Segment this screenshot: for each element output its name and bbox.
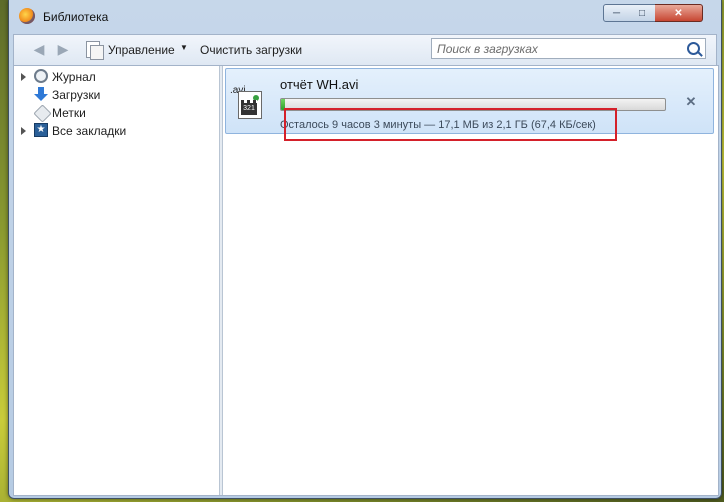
highlight-annotation [284,108,617,141]
download-item[interactable]: .avi 321 отчёт WH.avi ✕ Осталось 9 часов… [225,68,714,141]
maximize-button[interactable]: □ [629,4,656,22]
firefox-icon [19,8,35,24]
sidebar-item-label: Метки [52,106,86,120]
library-window: Библиотека ─ □ ✕ ◀ ▶ Управление ▼ Очисти… [8,0,722,499]
expand-arrow-icon[interactable] [21,73,26,81]
expand-arrow-icon[interactable] [21,127,26,135]
clapper-board: 321 [241,103,257,115]
search-icon[interactable] [687,42,700,55]
video-file-icon: .avi 321 [230,85,262,119]
download-file-name: отчёт WH.avi [280,77,359,92]
close-button[interactable]: ✕ [655,4,703,22]
sidebar-item-history[interactable]: Журнал [14,68,219,86]
search-input[interactable] [432,39,685,58]
chevron-down-icon[interactable]: ▼ [180,43,188,52]
manage-menu-button[interactable]: Управление [108,43,175,57]
toolbar: ◀ ▶ Управление ▼ Очистить загрузки [13,34,717,66]
close-icon: ✕ [674,8,683,19]
search-box [431,38,706,59]
content-area: Журнал Загрузки Метки ★ Все закладки .av… [13,65,719,496]
sidebar-item-tags[interactable]: Метки [14,104,219,123]
cancel-download-icon[interactable]: ✕ [684,95,698,109]
clear-downloads-button[interactable]: Очистить загрузки [200,43,302,57]
sidebar-item-label: Все закладки [52,124,127,138]
title-bar[interactable]: Библиотека ─ □ ✕ [9,0,721,34]
downloads-list: .avi 321 отчёт WH.avi ✕ Осталось 9 часов… [223,66,718,495]
downloads-icon [34,87,48,101]
maximize-icon: □ [638,8,646,19]
back-arrow-icon[interactable]: ◀ [30,40,48,58]
sidebar-item-downloads[interactable]: Загрузки [14,86,219,104]
forward-arrow-icon[interactable]: ▶ [54,40,72,58]
sidebar-item-all-bookmarks[interactable]: ★ Все закладки [14,122,219,140]
sidebar-item-label: Журнал [52,70,96,84]
history-icon [34,69,48,83]
bookmarks-icon: ★ [34,123,48,137]
organize-icon[interactable] [86,41,104,60]
window-title: Библиотека [43,10,109,24]
minimize-icon: ─ [612,8,621,19]
tags-icon [33,104,52,123]
sidebar: Журнал Загрузки Метки ★ Все закладки [14,66,219,495]
minimize-button[interactable]: ─ [603,4,630,22]
sidebar-item-label: Загрузки [52,88,101,102]
